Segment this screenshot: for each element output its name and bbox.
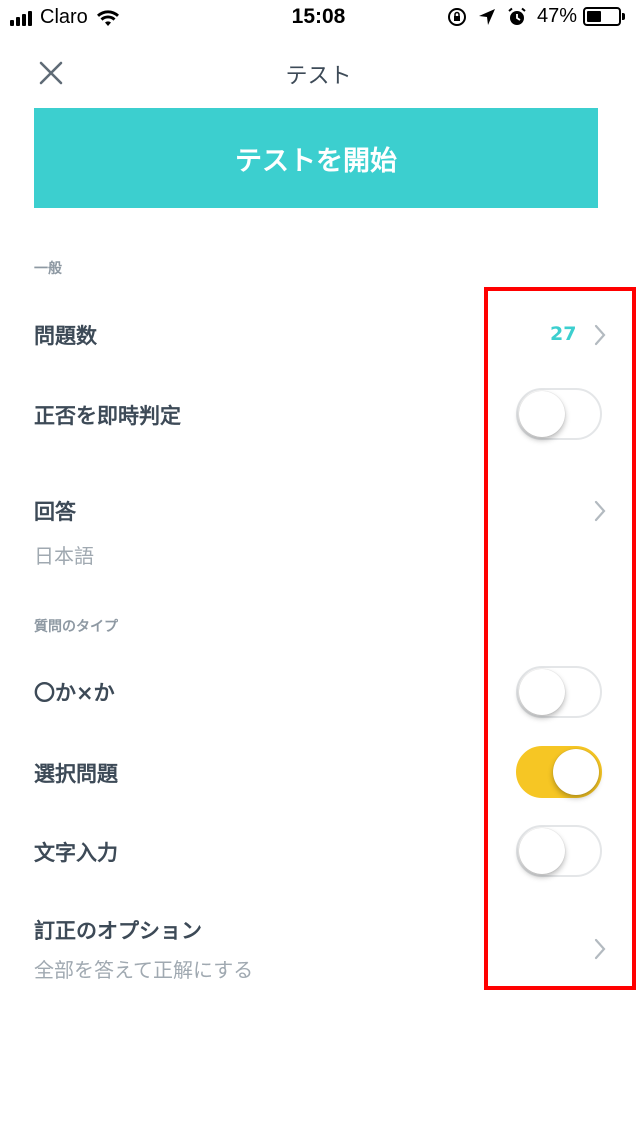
rotation-lock-icon [447, 7, 466, 26]
multiple-choice-label: 選択問題 [34, 762, 118, 786]
true-false-label: 〇か×か [34, 681, 115, 705]
battery-icon [583, 7, 625, 26]
text-input-label: 文字入力 [34, 841, 118, 865]
start-test-button[interactable]: テストを開始 [34, 108, 598, 208]
correction-options-label: 訂正のオプション [34, 919, 202, 943]
section-question-types-header: 質問のタイプ [34, 619, 118, 635]
page-title: テスト [285, 64, 352, 89]
battery-percent: 47% [536, 5, 577, 27]
section-general-header: 一般 [34, 261, 62, 277]
test-settings-screen: Claro 15:08 47% テスト テストを開始 一般 問題数 27 正否を… [0, 0, 637, 1125]
answer-label: 回答 [34, 500, 76, 524]
location-icon [478, 8, 495, 25]
nav-bar: テスト [0, 50, 637, 94]
status-bar: Claro 15:08 47% [0, 0, 637, 36]
instant-grading-label: 正否を即時判定 [34, 404, 181, 428]
answer-language-value: 日本語 [34, 544, 94, 568]
correction-options-value: 全部を答えて正解にする [34, 958, 254, 982]
alarm-icon [508, 7, 526, 25]
highlight-annotation-box [484, 287, 636, 990]
question-count-label: 問題数 [34, 324, 97, 348]
